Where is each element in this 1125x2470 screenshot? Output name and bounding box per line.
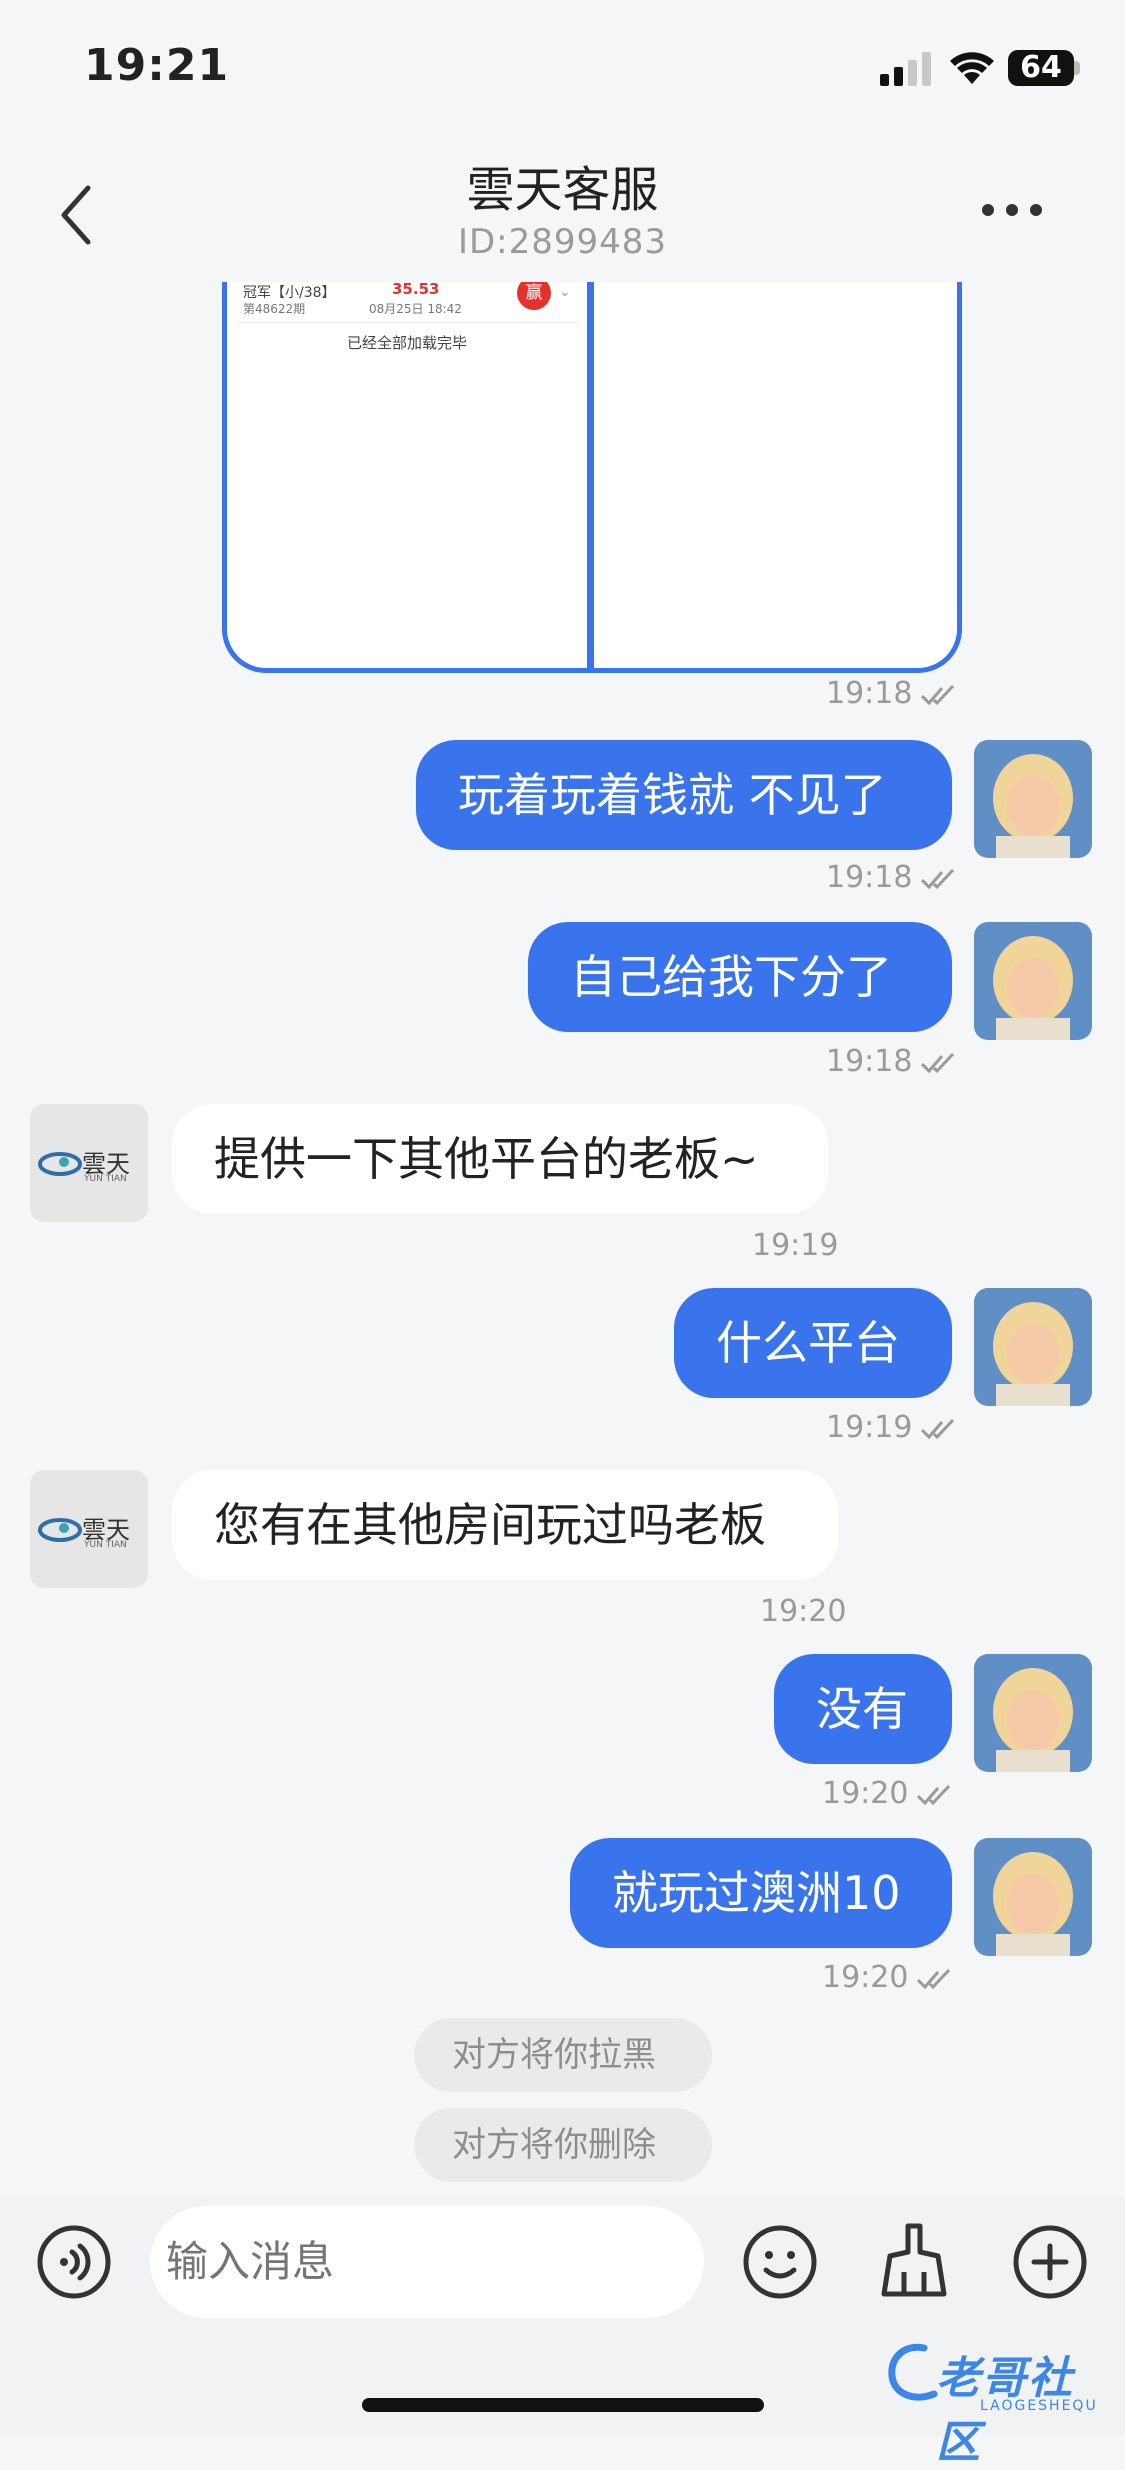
outgoing-message[interactable]: 就玩过澳洲10 xyxy=(570,1838,952,1948)
home-indicator[interactable] xyxy=(362,2398,764,2412)
read-check-icon xyxy=(921,684,955,705)
system-note-deleted: 对方将你删除 xyxy=(414,2108,712,2182)
user-avatar[interactable] xyxy=(974,740,1092,858)
chat-subtitle: ID:2899483 xyxy=(457,222,668,262)
shot-row-issue: 第48622期 xyxy=(243,302,306,316)
user-avatar[interactable] xyxy=(974,1288,1092,1406)
message-timestamp: 19:18 xyxy=(826,676,956,711)
read-check-icon xyxy=(917,1784,951,1805)
message-timestamp: 19:20 xyxy=(822,1960,952,1995)
chat-header: 雲天客服 ID:2899483 xyxy=(0,140,1125,280)
message-timestamp: 19:19 xyxy=(826,1410,956,1445)
read-check-icon xyxy=(921,1418,955,1439)
wifi-icon xyxy=(950,52,994,84)
message-timestamp: 19:18 xyxy=(826,1044,956,1079)
chevron-down-icon: ⌄ xyxy=(559,284,571,300)
cellular-signal-icon xyxy=(880,52,931,86)
message-timestamp: 19:20 xyxy=(760,1594,847,1629)
message-timestamp: 19:19 xyxy=(752,1228,839,1263)
user-avatar[interactable] xyxy=(974,922,1092,1040)
outgoing-message[interactable]: 玩着玩着钱就 不见了 xyxy=(416,740,952,850)
divider xyxy=(237,322,579,323)
plus-icon[interactable] xyxy=(1012,2224,1088,2300)
incoming-message[interactable]: 您有在其他房间玩过吗老板 xyxy=(172,1470,838,1580)
dragon-icon xyxy=(888,2343,938,2401)
clear-broom-icon[interactable] xyxy=(876,2222,952,2298)
status-time: 19:21 xyxy=(84,40,230,91)
shot-row-amount: 35.53 xyxy=(392,282,440,298)
outgoing-message[interactable]: 什么平台 xyxy=(674,1288,952,1398)
message-timestamp: 19:18 xyxy=(826,860,956,895)
win-badge: 赢 xyxy=(517,282,551,310)
agent-logo-sub: YUN TIAN xyxy=(84,1174,127,1184)
battery-icon: 64 xyxy=(1008,50,1080,86)
voice-input-icon[interactable] xyxy=(36,2224,112,2300)
system-note-blocked: 对方将你拉黑 xyxy=(414,2018,712,2092)
status-bar: 19:21 64 xyxy=(0,0,1125,140)
outgoing-message[interactable]: 自己给我下分了 xyxy=(528,922,952,1032)
read-check-icon xyxy=(917,1968,951,1989)
more-options-icon[interactable] xyxy=(980,200,1044,220)
message-input[interactable] xyxy=(150,2206,704,2318)
watermark-logo: 老哥社区 LAOGESHEQU xyxy=(884,2336,1114,2468)
incoming-message[interactable]: 提供一下其他平台的老板~ xyxy=(172,1104,828,1214)
user-avatar[interactable] xyxy=(974,1654,1092,1772)
watermark-subtext: LAOGESHEQU xyxy=(980,2398,1098,2414)
shot-row-title: 冠军【小/38】 xyxy=(243,285,336,301)
outgoing-message[interactable]: 没有 xyxy=(774,1654,952,1764)
user-avatar[interactable] xyxy=(974,1838,1092,1956)
agent-avatar[interactable]: 雲天 YUN TIAN xyxy=(30,1470,148,1588)
image-message[interactable]: 冠军【小/38】 35.53 第48622期 08月25日 18:42 赢 ⌄ … xyxy=(222,282,962,673)
chat-title: 雲天客服 xyxy=(466,162,659,218)
emoji-icon[interactable] xyxy=(742,2224,818,2300)
battery-level: 64 xyxy=(1020,50,1062,85)
agent-logo-sub: YUN TIAN xyxy=(84,1540,127,1550)
agent-avatar[interactable]: 雲天 YUN TIAN xyxy=(30,1104,148,1222)
message-timestamp: 19:20 xyxy=(822,1776,952,1811)
read-check-icon xyxy=(921,868,955,889)
shot-footer: 已经全部加载完毕 xyxy=(346,334,467,352)
shot-row-date: 08月25日 18:42 xyxy=(369,302,462,316)
image-divider xyxy=(587,282,594,668)
read-check-icon xyxy=(921,1052,955,1073)
